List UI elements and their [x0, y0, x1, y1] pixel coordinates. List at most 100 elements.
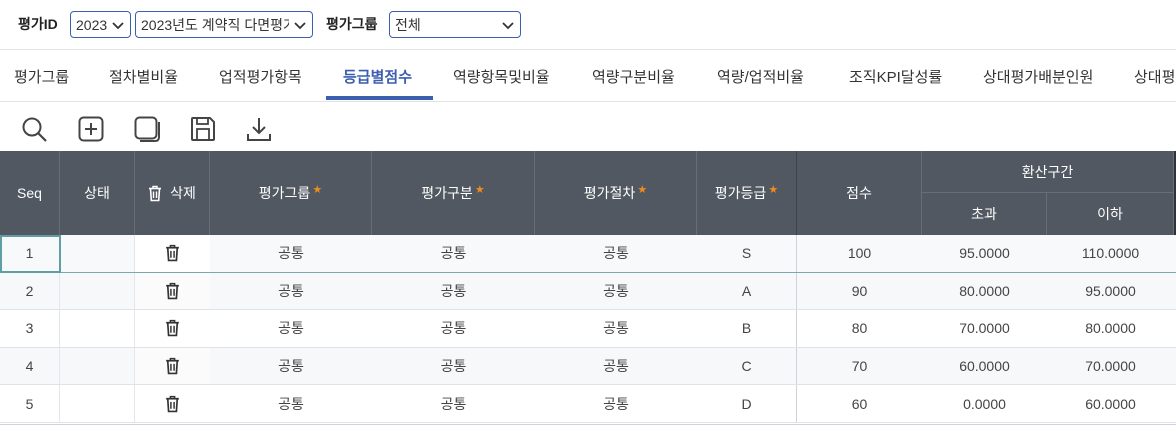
cell-eval-grade[interactable]: S: [697, 235, 797, 272]
cell-under[interactable]: 70.0000: [1047, 348, 1174, 385]
cell-eval-grade[interactable]: C: [697, 347, 797, 385]
cell-eval-procedure[interactable]: 공통: [535, 310, 697, 347]
delete-row-button[interactable]: [135, 385, 210, 422]
trash-icon: [166, 245, 179, 262]
cell-eval-procedure[interactable]: 공통: [535, 348, 697, 385]
table-row[interactable]: 3 공통 공통 공통 B 80 70.0000 80.0000: [0, 310, 1176, 348]
cell-under[interactable]: 80.0000: [1047, 310, 1174, 347]
year-select[interactable]: 2023: [70, 11, 131, 38]
save-icon[interactable]: [189, 115, 217, 143]
cell-under[interactable]: 95.0000: [1047, 273, 1174, 310]
chevron-down-icon: [112, 22, 124, 30]
download-icon[interactable]: [245, 115, 273, 143]
delete-row-button[interactable]: [135, 310, 210, 347]
filter-bar: 평가ID 2023 2023년도 계약직 다면평가 평가그룹 전체: [0, 0, 1176, 50]
header-score[interactable]: 점수: [797, 151, 922, 235]
tab-performance-items[interactable]: 업적평가항목: [219, 50, 302, 101]
tab-org-kpi[interactable]: 조직KPI달성률: [849, 50, 942, 101]
eval-group-label: 평가그룹: [326, 16, 378, 32]
cell-eval-group[interactable]: 공통: [210, 385, 372, 422]
header-conversion-range[interactable]: 환산구간: [922, 151, 1174, 193]
header-eval-procedure[interactable]: 평가절차 ★: [535, 151, 697, 235]
delete-row-button[interactable]: [135, 272, 210, 310]
cell-over[interactable]: 80.0000: [922, 273, 1047, 310]
cell-over[interactable]: 0.0000: [922, 385, 1047, 422]
eval-id-label: 평가ID: [18, 16, 58, 32]
trash-icon: [166, 357, 179, 375]
header-delete[interactable]: 삭제: [135, 151, 210, 235]
eval-name-select-value: 2023년도 계약직 다면평가: [141, 16, 289, 33]
cell-eval-procedure[interactable]: 공통: [535, 273, 697, 310]
cell-eval-category[interactable]: 공통: [372, 385, 535, 422]
cell-eval-grade[interactable]: D: [697, 385, 797, 422]
cell-eval-grade[interactable]: B: [697, 310, 797, 347]
cell-eval-category[interactable]: 공통: [372, 348, 535, 385]
delete-row-button[interactable]: [135, 235, 210, 272]
table-row[interactable]: 4 공통 공통 공통 C 70 60.0000 70.0000: [0, 347, 1176, 386]
required-star-icon: ★: [474, 183, 485, 196]
table-row[interactable]: 2 공통 공통 공통 A 90 80.0000 95.0000: [0, 272, 1176, 311]
cell-eval-group[interactable]: 공통: [210, 310, 372, 347]
table-row[interactable]: 1 공통 공통 공통 S 100 95.0000 110.0000: [0, 235, 1176, 273]
header-eval-group[interactable]: 평가그룹 ★: [210, 151, 372, 235]
tab-competency-items[interactable]: 역량항목및비율: [453, 50, 550, 101]
tab-procedure-ratio[interactable]: 절차별비율: [109, 50, 178, 101]
cell-status: [60, 385, 135, 422]
year-select-value: 2023: [76, 16, 108, 33]
tab-competency-ratio[interactable]: 역량구분비율: [592, 50, 675, 101]
required-star-icon: ★: [312, 183, 323, 196]
cell-eval-group[interactable]: 공통: [210, 273, 372, 310]
tab-eval-group[interactable]: 평가그룹: [14, 50, 69, 101]
cell-eval-procedure[interactable]: 공통: [535, 235, 697, 272]
tab-competency-performance-ratio[interactable]: 역량/업적비율: [717, 50, 804, 101]
cell-score[interactable]: 70: [797, 348, 922, 385]
header-eval-category[interactable]: 평가구분 ★: [372, 151, 535, 235]
cell-status: [60, 347, 135, 385]
cell-seq: 4: [0, 347, 60, 385]
cell-score[interactable]: 90: [797, 273, 922, 310]
cell-over[interactable]: 95.0000: [922, 235, 1047, 272]
cell-under[interactable]: 60.0000: [1047, 385, 1174, 422]
cell-over[interactable]: 60.0000: [922, 348, 1047, 385]
trash-icon: [166, 320, 179, 337]
cell-eval-grade[interactable]: A: [697, 272, 797, 310]
required-star-icon: ★: [768, 183, 779, 196]
add-icon[interactable]: [77, 115, 105, 143]
copy-icon[interactable]: [133, 115, 161, 143]
cell-eval-category[interactable]: 공통: [372, 235, 535, 272]
header-over[interactable]: 초과: [922, 193, 1047, 235]
cell-seq: 3: [0, 310, 60, 347]
cell-seq: 1: [0, 235, 60, 272]
cell-over[interactable]: 70.0000: [922, 310, 1047, 347]
cell-eval-group[interactable]: 공통: [210, 235, 372, 272]
header-status[interactable]: 상태: [60, 151, 135, 235]
cell-eval-category[interactable]: 공통: [372, 273, 535, 310]
cell-score[interactable]: 60: [797, 385, 922, 422]
cell-score[interactable]: 80: [797, 310, 922, 347]
required-star-icon: ★: [637, 183, 648, 196]
cell-seq: 5: [0, 385, 60, 422]
header-eval-grade[interactable]: 평가등급 ★: [697, 151, 797, 235]
cell-score[interactable]: 100: [797, 235, 922, 272]
cell-seq: 2: [0, 272, 60, 310]
trash-icon: [166, 282, 179, 300]
table-row[interactable]: 5 공통 공통 공통 D 60 0.0000 60.0000: [0, 385, 1176, 423]
tab-relative-more[interactable]: 상대평: [1134, 50, 1175, 101]
eval-group-select[interactable]: 전체: [389, 11, 521, 38]
eval-name-select[interactable]: 2023년도 계약직 다면평가: [135, 11, 313, 38]
delete-row-button[interactable]: [135, 347, 210, 385]
tab-bar: 평가그룹 절차별비율 업적평가항목 등급별점수 역량항목및비율 역량구분비율 역…: [0, 50, 1176, 102]
search-icon[interactable]: [20, 115, 48, 143]
cell-status: [60, 235, 135, 272]
cell-eval-procedure[interactable]: 공통: [535, 385, 697, 422]
cell-under[interactable]: 110.0000: [1047, 235, 1174, 272]
cell-eval-category[interactable]: 공통: [372, 310, 535, 347]
tab-grade-score[interactable]: 등급별점수: [343, 50, 412, 101]
trash-icon: [166, 395, 179, 412]
active-tab-indicator: [326, 96, 433, 100]
grade-score-grid: Seq 상태 삭제 평가그룹 ★ 평가구분 ★ 평가절차 ★ 평가등급 ★ 점수 환산구…: [0, 151, 1176, 425]
cell-eval-group[interactable]: 공통: [210, 348, 372, 385]
header-under[interactable]: 이하: [1047, 193, 1174, 235]
tab-relative-allocation[interactable]: 상대평가배분인원: [983, 50, 1093, 101]
header-seq[interactable]: Seq: [0, 151, 60, 235]
